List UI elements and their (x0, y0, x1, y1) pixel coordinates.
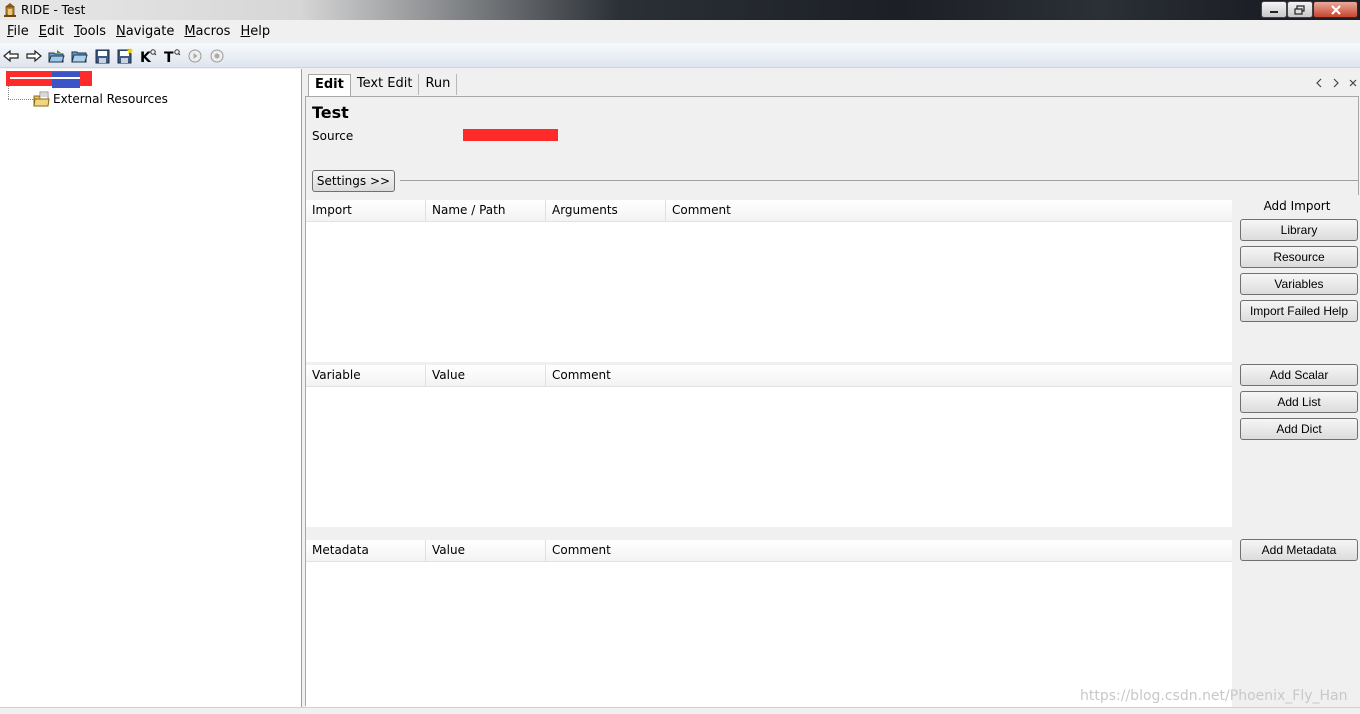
external-resources-folder-icon (33, 91, 50, 107)
tab-scroll-left-icon[interactable] (1315, 78, 1323, 88)
run-button[interactable] (186, 47, 204, 65)
column-header-arguments[interactable]: Arguments (546, 200, 666, 221)
search-keywords-button[interactable]: K (139, 47, 157, 65)
menu-edit-mnemonic: E (38, 23, 47, 39)
variables-button[interactable]: Variables (1240, 273, 1358, 295)
maximize-button[interactable] (1287, 1, 1313, 18)
stop-button[interactable] (208, 47, 226, 65)
add-list-button[interactable]: Add List (1240, 391, 1358, 413)
column-header-value[interactable]: Value (426, 365, 546, 386)
project-tree: External Resources (0, 69, 302, 707)
minimize-icon (1270, 10, 1278, 13)
menu-navigate-mnemonic: N (116, 23, 126, 39)
search-tests-icon: T (164, 49, 181, 64)
add-scalar-button[interactable]: Add Scalar (1240, 364, 1358, 386)
status-bar (0, 707, 1360, 714)
menu-help-label: elp (250, 23, 271, 39)
menu-macros-label: acros (195, 23, 231, 39)
search-tests-button[interactable]: T (163, 47, 181, 65)
column-header-value[interactable]: Value (426, 540, 546, 561)
tab-scroll-right-icon[interactable] (1332, 78, 1340, 88)
menu-file[interactable]: File (2, 22, 34, 42)
resource-button[interactable]: Resource (1240, 246, 1358, 268)
tab-text-edit[interactable]: Text Edit (351, 74, 420, 95)
open-project-icon (47, 49, 65, 62)
source-path-redacted (463, 129, 558, 141)
minimize-button[interactable] (1261, 1, 1287, 18)
menu-edit-label: dit (47, 23, 64, 39)
forward-button[interactable] (25, 47, 43, 65)
import-failed-help-button[interactable]: Import Failed Help (1240, 300, 1358, 322)
forward-arrow-icon (26, 49, 42, 63)
back-button[interactable] (2, 47, 20, 65)
variable-grid-header: Variable Value Comment (306, 365, 1232, 387)
edit-panel: Test Source Settings >> Import Name / Pa… (305, 96, 1360, 707)
tree-root-selection (52, 72, 80, 88)
column-header-name-path[interactable]: Name / Path (426, 200, 546, 221)
column-header-import[interactable]: Import (306, 200, 426, 221)
watermark-text: https://blog.csdn.net/Phoenix_Fly_Han (1080, 688, 1348, 704)
restore-icon (1294, 4, 1305, 15)
save-button[interactable] (93, 47, 111, 65)
open-folder-button[interactable] (70, 47, 88, 65)
menu-tools-label: ools (79, 23, 106, 39)
menu-tools[interactable]: Tools (69, 22, 111, 42)
tree-root-redaction-line (10, 77, 80, 79)
import-grid[interactable]: Import Name / Path Arguments Comment (306, 200, 1232, 362)
menu-navigate[interactable]: Navigate (111, 22, 179, 42)
add-import-label: Add Import (1263, 199, 1331, 213)
window-title: RIDE - Test (21, 3, 86, 17)
settings-toggle-button[interactable]: Settings >> (312, 170, 395, 192)
tree-item-external-resources[interactable]: External Resources (53, 92, 168, 106)
save-icon (95, 49, 109, 63)
run-icon (188, 49, 202, 63)
editor-tabs: Edit Text Edit Run (308, 74, 458, 96)
save-all-icon (117, 48, 133, 64)
title-bar: RIDE - Test (0, 0, 1360, 20)
source-label: Source (312, 129, 354, 143)
close-icon (1330, 4, 1341, 15)
menu-bar: File Edit Tools Navigate Macros Help (0, 21, 1360, 42)
stop-icon (210, 49, 224, 63)
tree-connector-vertical (8, 86, 9, 99)
add-metadata-button[interactable]: Add Metadata (1240, 539, 1358, 561)
menu-help-mnemonic: H (240, 23, 251, 39)
column-header-comment[interactable]: Comment (546, 540, 1232, 561)
column-header-variable[interactable]: Variable (306, 365, 426, 386)
menu-edit[interactable]: Edit (34, 22, 69, 42)
open-project-button[interactable] (47, 47, 65, 65)
ride-logo-icon (4, 3, 16, 17)
menu-navigate-label: avigate (125, 23, 175, 39)
test-search-letter: T (164, 50, 174, 64)
menu-macros-mnemonic: M (184, 23, 196, 39)
save-all-button[interactable] (116, 47, 134, 65)
toolbar: K T (0, 43, 1360, 68)
metadata-grid[interactable]: Metadata Value Comment (306, 540, 1232, 707)
menu-file-label: ile (13, 23, 29, 39)
column-header-comment[interactable]: Comment (666, 200, 1232, 221)
menu-macros[interactable]: Macros (179, 22, 235, 42)
open-folder-icon (70, 51, 88, 62)
import-grid-header: Import Name / Path Arguments Comment (306, 200, 1232, 222)
column-header-metadata[interactable]: Metadata (306, 540, 426, 561)
keyword-search-letter: K (140, 50, 152, 64)
editor-area: Edit Text Edit Run Test Source Settings … (303, 69, 1360, 707)
page-title: Test (312, 103, 349, 122)
menu-help[interactable]: Help (235, 22, 275, 42)
search-keywords-icon: K (140, 49, 157, 64)
settings-divider (400, 180, 1358, 181)
metadata-grid-header: Metadata Value Comment (306, 540, 1232, 562)
tab-edit[interactable]: Edit (308, 74, 351, 96)
close-button[interactable] (1313, 1, 1358, 18)
tree-connector-horizontal (8, 99, 33, 100)
library-button[interactable]: Library (1240, 219, 1358, 241)
variable-grid[interactable]: Variable Value Comment (306, 365, 1232, 527)
tab-close-icon[interactable] (1349, 78, 1357, 88)
back-arrow-icon (3, 49, 19, 63)
tab-run[interactable]: Run (419, 74, 458, 95)
action-buttons-column: Add Import Library Resource Variables Im… (1234, 195, 1360, 707)
add-dict-button[interactable]: Add Dict (1240, 418, 1358, 440)
column-header-comment[interactable]: Comment (546, 365, 1232, 386)
